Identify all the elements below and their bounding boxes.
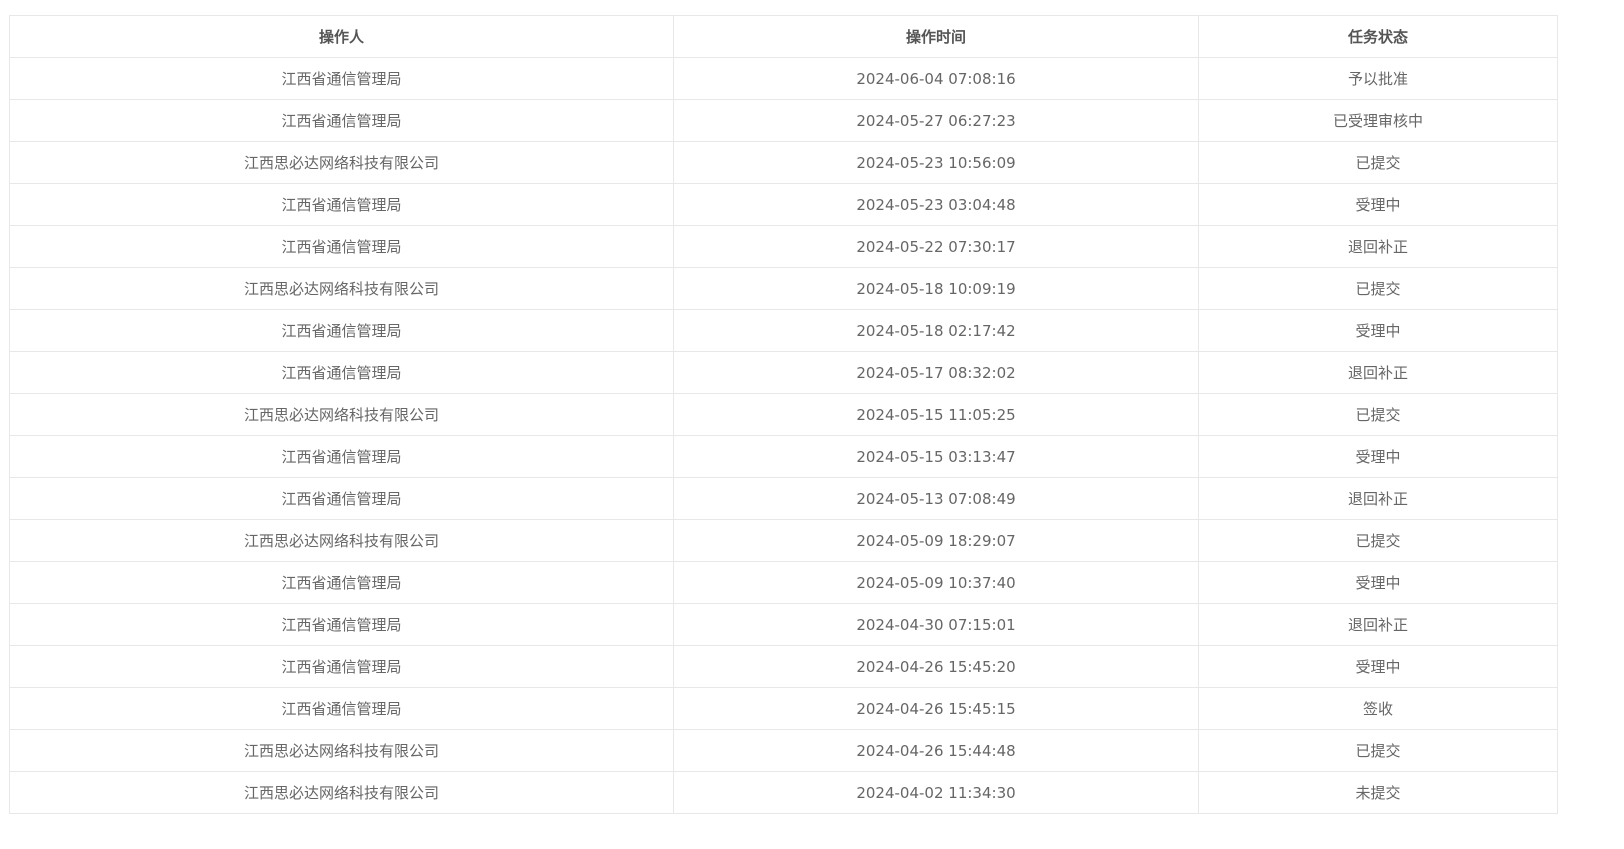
table-body: 江西省通信管理局 2024-06-04 07:08:16 予以批准 江西省通信管理局 2… <box>9 57 1558 814</box>
cell-status: 已受理审核中 <box>1198 99 1558 142</box>
cell-status: 已提交 <box>1198 729 1558 772</box>
cell-operator: 江西思必达网络科技有限公司 <box>9 519 674 562</box>
cell-time: 2024-05-18 10:09:19 <box>673 267 1199 310</box>
cell-operator: 江西省通信管理局 <box>9 603 674 646</box>
column-header-time: 操作时间 <box>673 15 1199 58</box>
table-row: 江西省通信管理局 2024-05-15 03:13:47 受理中 <box>9 435 1558 478</box>
table-row: 江西省通信管理局 2024-05-09 10:37:40 受理中 <box>9 561 1558 604</box>
table-row: 江西省通信管理局 2024-05-13 07:08:49 退回补正 <box>9 477 1558 520</box>
operation-log-table: 操作人 操作时间 任务状态 江西省通信管理局 2024-06-04 07:08:1… <box>9 15 1558 814</box>
cell-status: 受理中 <box>1198 183 1558 226</box>
cell-time: 2024-05-27 06:27:23 <box>673 99 1199 142</box>
cell-operator: 江西思必达网络科技有限公司 <box>9 393 674 436</box>
cell-status: 受理中 <box>1198 561 1558 604</box>
cell-time: 2024-04-30 07:15:01 <box>673 603 1199 646</box>
cell-time: 2024-04-02 11:34:30 <box>673 771 1199 814</box>
cell-time: 2024-05-15 11:05:25 <box>673 393 1199 436</box>
operation-log-panel: 操作人 操作时间 任务状态 江西省通信管理局 2024-06-04 07:08:1… <box>9 15 1558 814</box>
table-row: 江西省通信管理局 2024-05-22 07:30:17 退回补正 <box>9 225 1558 268</box>
cell-time: 2024-05-09 18:29:07 <box>673 519 1199 562</box>
cell-time: 2024-04-26 15:45:20 <box>673 645 1199 688</box>
cell-time: 2024-05-18 02:17:42 <box>673 309 1199 352</box>
cell-status: 未提交 <box>1198 771 1558 814</box>
cell-status: 受理中 <box>1198 435 1558 478</box>
cell-operator: 江西省通信管理局 <box>9 57 674 100</box>
table-row: 江西省通信管理局 2024-06-04 07:08:16 予以批准 <box>9 57 1558 100</box>
cell-operator: 江西省通信管理局 <box>9 351 674 394</box>
table-row: 江西省通信管理局 2024-05-18 02:17:42 受理中 <box>9 309 1558 352</box>
table-row: 江西省通信管理局 2024-04-26 15:45:15 签收 <box>9 687 1558 730</box>
cell-status: 退回补正 <box>1198 225 1558 268</box>
cell-operator: 江西省通信管理局 <box>9 99 674 142</box>
cell-operator: 江西省通信管理局 <box>9 183 674 226</box>
cell-operator: 江西思必达网络科技有限公司 <box>9 729 674 772</box>
cell-operator: 江西思必达网络科技有限公司 <box>9 267 674 310</box>
cell-time: 2024-05-23 10:56:09 <box>673 141 1199 184</box>
cell-status: 退回补正 <box>1198 477 1558 520</box>
table-header: 操作人 操作时间 任务状态 <box>9 15 1558 58</box>
table-row: 江西思必达网络科技有限公司 2024-04-26 15:44:48 已提交 <box>9 729 1558 772</box>
cell-time: 2024-06-04 07:08:16 <box>673 57 1199 100</box>
table-row: 江西思必达网络科技有限公司 2024-05-18 10:09:19 已提交 <box>9 267 1558 310</box>
cell-status: 已提交 <box>1198 393 1558 436</box>
cell-status: 已提交 <box>1198 519 1558 562</box>
table-row: 江西省通信管理局 2024-05-23 03:04:48 受理中 <box>9 183 1558 226</box>
cell-operator: 江西省通信管理局 <box>9 309 674 352</box>
table-row: 江西省通信管理局 2024-05-17 08:32:02 退回补正 <box>9 351 1558 394</box>
cell-operator: 江西思必达网络科技有限公司 <box>9 141 674 184</box>
table-row: 江西思必达网络科技有限公司 2024-05-09 18:29:07 已提交 <box>9 519 1558 562</box>
table-row: 江西思必达网络科技有限公司 2024-04-02 11:34:30 未提交 <box>9 771 1558 814</box>
cell-operator: 江西省通信管理局 <box>9 645 674 688</box>
cell-operator: 江西省通信管理局 <box>9 687 674 730</box>
cell-operator: 江西省通信管理局 <box>9 477 674 520</box>
table-row: 江西省通信管理局 2024-05-27 06:27:23 已受理审核中 <box>9 99 1558 142</box>
table-row: 江西思必达网络科技有限公司 2024-05-15 11:05:25 已提交 <box>9 393 1558 436</box>
cell-time: 2024-05-22 07:30:17 <box>673 225 1199 268</box>
column-header-operator: 操作人 <box>9 15 674 58</box>
header-row: 操作人 操作时间 任务状态 <box>9 15 1558 58</box>
cell-time: 2024-05-13 07:08:49 <box>673 477 1199 520</box>
cell-operator: 江西省通信管理局 <box>9 561 674 604</box>
cell-status: 签收 <box>1198 687 1558 730</box>
cell-status: 受理中 <box>1198 645 1558 688</box>
column-header-status: 任务状态 <box>1198 15 1558 58</box>
cell-status: 已提交 <box>1198 267 1558 310</box>
cell-status: 退回补正 <box>1198 351 1558 394</box>
cell-status: 已提交 <box>1198 141 1558 184</box>
cell-time: 2024-05-23 03:04:48 <box>673 183 1199 226</box>
cell-time: 2024-04-26 15:44:48 <box>673 729 1199 772</box>
cell-operator: 江西省通信管理局 <box>9 225 674 268</box>
table-row: 江西省通信管理局 2024-04-30 07:15:01 退回补正 <box>9 603 1558 646</box>
cell-operator: 江西省通信管理局 <box>9 435 674 478</box>
cell-time: 2024-05-17 08:32:02 <box>673 351 1199 394</box>
table-row: 江西思必达网络科技有限公司 2024-05-23 10:56:09 已提交 <box>9 141 1558 184</box>
cell-time: 2024-05-15 03:13:47 <box>673 435 1199 478</box>
table-row: 江西省通信管理局 2024-04-26 15:45:20 受理中 <box>9 645 1558 688</box>
cell-time: 2024-04-26 15:45:15 <box>673 687 1199 730</box>
cell-status: 受理中 <box>1198 309 1558 352</box>
cell-status: 予以批准 <box>1198 57 1558 100</box>
cell-time: 2024-05-09 10:37:40 <box>673 561 1199 604</box>
cell-operator: 江西思必达网络科技有限公司 <box>9 771 674 814</box>
cell-status: 退回补正 <box>1198 603 1558 646</box>
